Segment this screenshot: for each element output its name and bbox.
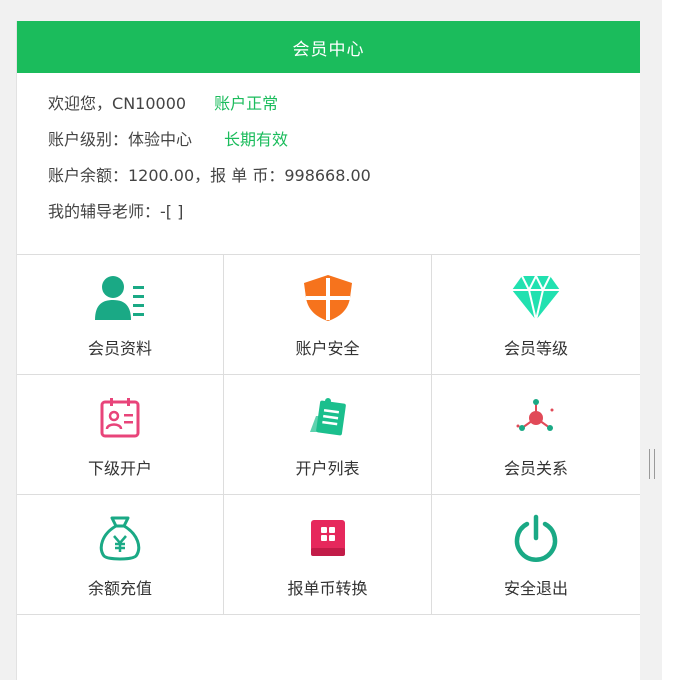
menu-item-sub-account-open[interactable]: 下级开户 [17,375,224,495]
member-center-page: 会员中心 欢迎您，CN10000 账户正常 账户级别：体验中心 长期有效 账户余额：… [16,21,640,680]
account-status: 账户正常 [214,94,279,113]
menu-item-member-relations[interactable]: 会员关系 [432,375,640,495]
menu-item-account-security[interactable]: 账户安全 [224,255,432,375]
menu-item-label: 报单币转换 [287,579,368,598]
menu-item-member-level[interactable]: 会员等级 [432,255,640,375]
mentor-line: 我的辅导老师：-[ ] [48,202,184,221]
money-bag-icon [91,513,149,563]
level-line: 账户级别：体验中心 长期有效 [48,122,640,158]
level-label: 账户级别： [48,130,129,149]
shield-icon [299,273,357,323]
page-right-gutter [662,0,680,680]
coin-exchange-icon [299,513,357,563]
welcome-line: 欢迎您，CN10000 账户正常 [48,86,640,122]
menu-item-account-list[interactable]: 开户列表 [224,375,432,495]
menu-grid: 会员资料 账户安全 会员等级 下级开户 开户列表 会员关系 余额充值 报单币转换… [17,254,640,615]
scrollbar-grip[interactable] [649,449,655,479]
diamond-icon [507,273,565,323]
menu-item-label: 账户安全 [295,339,360,358]
menu-item-label: 开户列表 [295,459,360,478]
username: CN10000 [112,94,187,113]
menu-item-balance-recharge[interactable]: 余额充值 [17,495,224,614]
menu-item-label: 下级开户 [87,459,152,478]
menu-item-label: 会员等级 [503,339,568,358]
balance-line: 账户余额：1200.00，报 单 币：998668.00 [48,166,371,185]
menu-item-label: 会员关系 [503,459,568,478]
account-info-panel: 欢迎您，CN10000 账户正常 账户级别：体验中心 长期有效 账户余额：1200.… [17,73,640,254]
menu-item-member-profile[interactable]: 会员资料 [17,255,224,375]
notebook-list-icon [299,393,357,443]
welcome-prefix: 欢迎您， [48,94,113,113]
network-nodes-icon [507,393,565,443]
menu-item-label: 会员资料 [87,339,152,358]
page-header: 会员中心 [17,21,640,73]
menu-item-label: 安全退出 [503,579,568,598]
id-card-icon [91,393,149,443]
page-title: 会员中心 [292,39,365,60]
level-value: 体验中心 [128,130,193,149]
member-profile-icon [91,273,149,323]
menu-item-label: 余额充值 [87,579,152,598]
menu-item-logout[interactable]: 安全退出 [432,495,640,614]
validity-badge: 长期有效 [224,130,289,149]
menu-item-coin-exchange[interactable]: 报单币转换 [224,495,432,614]
power-icon [507,513,565,563]
